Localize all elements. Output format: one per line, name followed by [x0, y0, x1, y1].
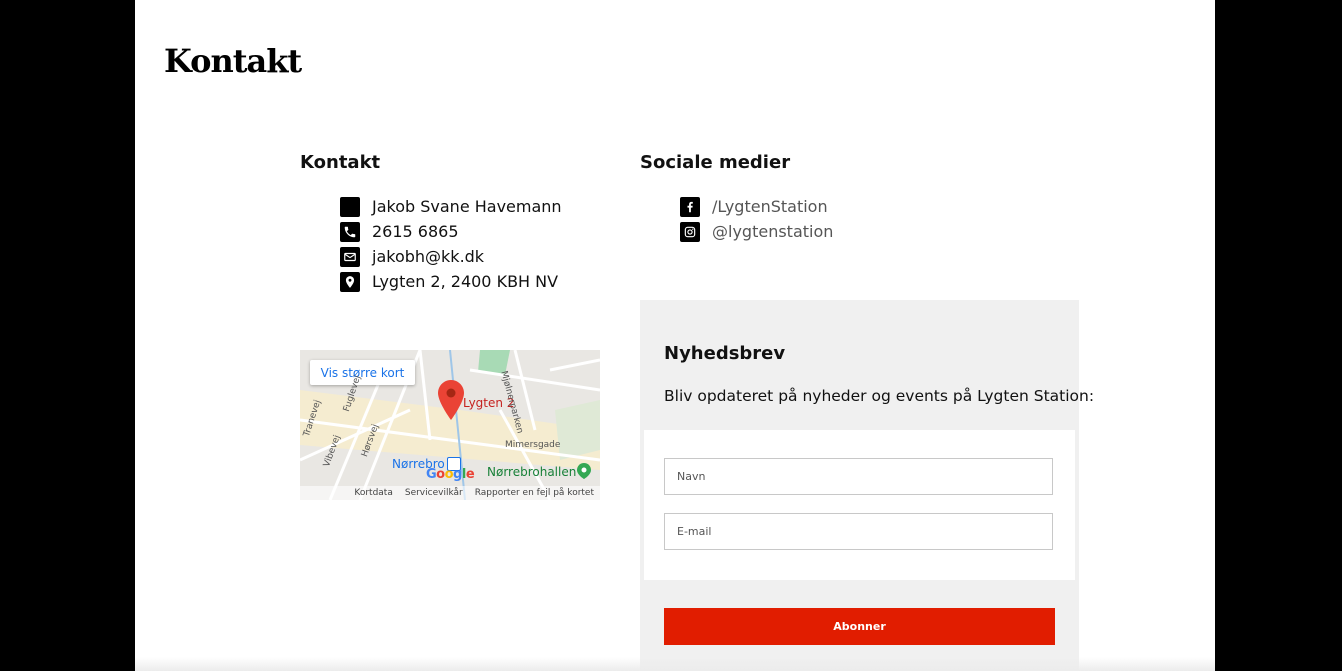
contact-list: Jakob Svane Havemann 2615 6865 jakobh@kk… — [340, 194, 562, 294]
email-field[interactable] — [664, 513, 1053, 550]
contact-phone-item[interactable]: 2615 6865 — [340, 219, 562, 244]
newsletter-title: Nyhedsbrev — [664, 343, 786, 364]
contact-name-item: Jakob Svane Havemann — [340, 194, 562, 219]
contact-address: Lygten 2, 2400 KBH NV — [372, 272, 559, 291]
phone-icon — [340, 221, 360, 242]
google-logo: Google — [426, 467, 475, 482]
location-pin-icon — [340, 271, 360, 292]
facebook-link[interactable]: /LygtenStation — [680, 194, 833, 219]
contact-name: Jakob Svane Havemann — [372, 197, 562, 216]
map-pin-icon[interactable] — [438, 380, 464, 420]
contact-heading: Kontakt — [300, 152, 381, 173]
embedded-map[interactable]: Vis større kort Lygten 2 Mimersgade Mjøl… — [300, 350, 600, 500]
terms-link[interactable]: Servicevilkår — [399, 488, 469, 498]
instagram-icon — [680, 221, 700, 242]
subscribe-button[interactable]: Abonner — [664, 608, 1055, 645]
instagram-link[interactable]: @lygtenstation — [680, 219, 833, 244]
social-heading: Sociale medier — [640, 152, 791, 173]
contact-email: jakobh@kk.dk — [372, 247, 485, 266]
mail-icon — [340, 246, 360, 267]
newsletter-panel: Nyhedsbrev Bliv opdateret på nyheder og … — [640, 300, 1094, 671]
map-hall-label: Nørrebrohallen — [487, 465, 577, 479]
map-footer: Kortdata Servicevilkår Rapporter en fejl… — [300, 486, 600, 500]
instagram-handle: @lygtenstation — [712, 222, 834, 241]
map-place-icon — [577, 463, 591, 479]
page-title: Kontakt — [164, 42, 302, 80]
map-street-label: Mimersgade — [505, 440, 561, 450]
contact-phone: 2615 6865 — [372, 222, 459, 241]
newsletter-form — [644, 430, 1075, 580]
newsletter-description: Bliv opdateret på nyheder og events på L… — [664, 387, 1095, 405]
larger-map-button[interactable]: Vis større kort — [310, 360, 415, 385]
contact-page: Kontakt Kontakt Jakob Svane Havemann 261… — [135, 0, 1215, 671]
contact-address-item: Lygten 2, 2400 KBH NV — [340, 269, 562, 294]
facebook-handle: /LygtenStation — [712, 197, 828, 216]
map-data-link[interactable]: Kortdata — [348, 488, 398, 498]
person-square-icon — [340, 196, 360, 217]
report-error-link[interactable]: Rapporter en fejl på kortet — [469, 488, 600, 498]
contact-email-item[interactable]: jakobh@kk.dk — [340, 244, 562, 269]
social-list: /LygtenStation @lygtenstation — [680, 194, 833, 244]
facebook-icon — [680, 196, 700, 217]
name-field[interactable] — [664, 458, 1053, 495]
